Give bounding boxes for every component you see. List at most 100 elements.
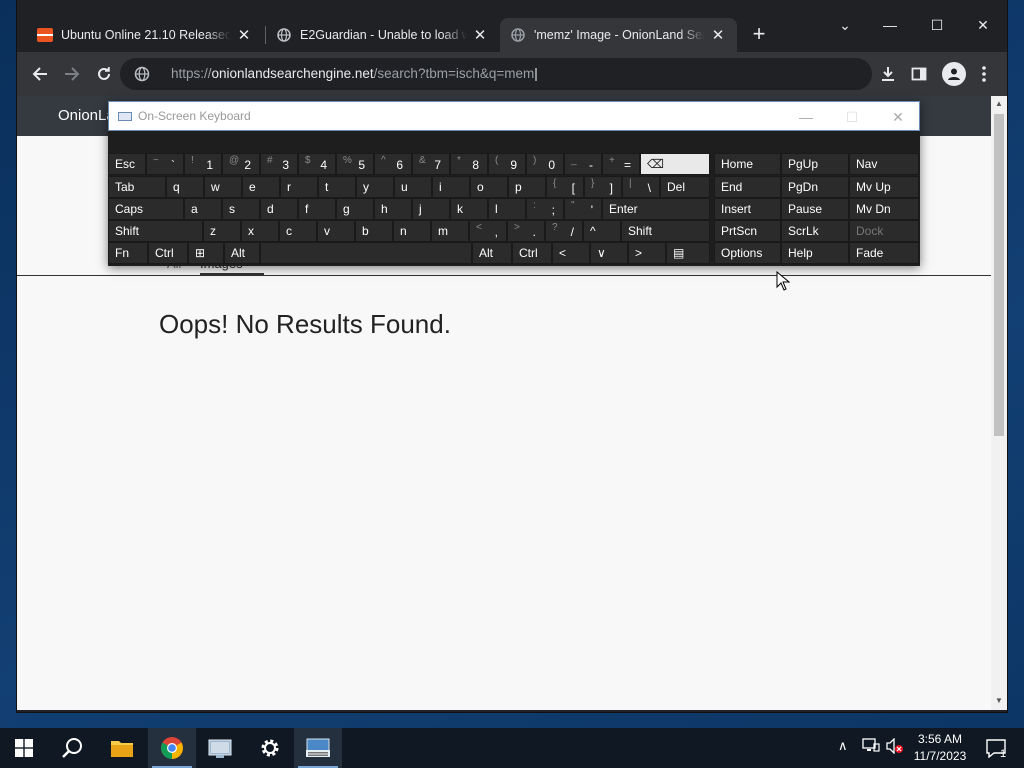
osk-key-96[interactable]: ~ ` bbox=[146, 153, 184, 175]
osk-key-w[interactable]: w bbox=[204, 176, 242, 198]
osk-key-92[interactable]: | \ bbox=[622, 176, 660, 198]
site-brand[interactable]: OnionLa bbox=[58, 107, 115, 124]
osk-key-q[interactable]: q bbox=[166, 176, 204, 198]
osk-key-39[interactable]: " ' bbox=[564, 198, 602, 220]
osk-key-y[interactable]: y bbox=[356, 176, 394, 198]
osk-key-8[interactable]: * 8 bbox=[450, 153, 488, 175]
osk-key-end[interactable]: End bbox=[714, 176, 781, 198]
reload-icon[interactable] bbox=[92, 62, 116, 86]
osk-key-9636[interactable]: ▤ bbox=[666, 242, 710, 264]
osk-key-r[interactable]: r bbox=[280, 176, 318, 198]
osk-key-59[interactable]: :; bbox=[526, 198, 564, 220]
forward-arrow-icon[interactable] bbox=[60, 62, 84, 86]
osk-key-e[interactable]: e bbox=[242, 176, 280, 198]
osk-key-fade[interactable]: Fade bbox=[849, 242, 919, 264]
network-icon[interactable] bbox=[862, 738, 880, 755]
minimize-button[interactable]: — bbox=[879, 14, 901, 36]
chrome-taskbar-button[interactable] bbox=[148, 728, 196, 768]
notification-center-button[interactable]: 1 bbox=[976, 728, 1016, 768]
osk-key-x[interactable]: x bbox=[241, 220, 279, 242]
maximize-button[interactable]: ☐ bbox=[926, 14, 948, 36]
osk-key-0[interactable]: ) 0 bbox=[526, 153, 564, 175]
osk-minimize-button[interactable]: — bbox=[792, 107, 820, 127]
volume-muted-icon[interactable] bbox=[886, 737, 904, 757]
osk-key-pause[interactable]: Pause bbox=[781, 198, 849, 220]
osk-key-6[interactable]: ^ 6 bbox=[374, 153, 412, 175]
osk-key-pgdn[interactable]: PgDn bbox=[781, 176, 849, 198]
osk-key-o[interactable]: o bbox=[470, 176, 508, 198]
tab-close-icon[interactable]: ✕ bbox=[235, 26, 253, 44]
osk-key-prtscn[interactable]: PrtScn bbox=[714, 220, 781, 242]
osk-key-Ctrl[interactable]: Ctrl bbox=[512, 242, 552, 264]
osk-key-3[interactable]: #3 bbox=[260, 153, 298, 175]
page-scrollbar[interactable]: ▲ ▼ bbox=[991, 96, 1007, 710]
osk-maximize-button[interactable]: ☐ bbox=[838, 107, 866, 127]
tab-close-icon[interactable]: ✕ bbox=[471, 26, 489, 44]
osk-key-2[interactable]: @2 bbox=[222, 153, 260, 175]
osk-key-8862[interactable]: ⊞ bbox=[188, 242, 224, 264]
start-button[interactable] bbox=[0, 728, 48, 768]
file-explorer-button[interactable] bbox=[98, 728, 146, 768]
osk-key-44[interactable]: <, bbox=[469, 220, 507, 242]
osk-key-options[interactable]: Options bbox=[714, 242, 781, 264]
osk-key-m[interactable]: m bbox=[431, 220, 469, 242]
osk-key-home[interactable]: Home bbox=[714, 153, 781, 175]
osk-key-i[interactable]: i bbox=[432, 176, 470, 198]
back-arrow-icon[interactable] bbox=[28, 62, 52, 86]
url-text[interactable]: https://onionlandsearchengine.net/search… bbox=[171, 66, 538, 81]
tab-close-icon[interactable]: ✕ bbox=[709, 26, 727, 44]
osk-key-a[interactable]: a bbox=[184, 198, 222, 220]
tab-onionland-active[interactable]: 'memz' Image - OnionLand Sear ✕ bbox=[500, 18, 737, 52]
search-button[interactable] bbox=[48, 728, 96, 768]
osk-key-60[interactable]: < bbox=[552, 242, 590, 264]
osk-key-93[interactable]: }] bbox=[584, 176, 622, 198]
osk-key-Alt[interactable]: Alt bbox=[472, 242, 512, 264]
osk-key-Tab[interactable]: Tab bbox=[108, 176, 166, 198]
osk-key-mv-dn[interactable]: Mv Dn bbox=[849, 198, 919, 220]
osk-key-b[interactable]: b bbox=[355, 220, 393, 242]
osk-key-1[interactable]: ! 1 bbox=[184, 153, 222, 175]
osk-key-g[interactable]: g bbox=[336, 198, 374, 220]
close-window-button[interactable]: ✕ bbox=[972, 14, 994, 36]
osk-key-c[interactable]: c bbox=[279, 220, 317, 242]
osk-key-space[interactable] bbox=[260, 242, 472, 264]
control-panel-button[interactable] bbox=[196, 728, 244, 768]
osk-key-47[interactable]: ? / bbox=[545, 220, 583, 242]
address-bar[interactable]: https://onionlandsearchengine.net/search… bbox=[120, 58, 872, 90]
osk-key-5[interactable]: % 5 bbox=[336, 153, 374, 175]
osk-key-pgup[interactable]: PgUp bbox=[781, 153, 849, 175]
osk-taskbar-button[interactable] bbox=[294, 728, 342, 768]
osk-key-4[interactable]: $4 bbox=[298, 153, 336, 175]
osk-key-f[interactable]: f bbox=[298, 198, 336, 220]
osk-key-Shift[interactable]: Shift bbox=[108, 220, 203, 242]
osk-key-nav[interactable]: Nav bbox=[849, 153, 919, 175]
osk-key-t[interactable]: t bbox=[318, 176, 356, 198]
osk-key-Esc[interactable]: Esc bbox=[108, 153, 146, 175]
scroll-up-icon[interactable]: ▲ bbox=[994, 99, 1004, 109]
tab-e2guardian[interactable]: E2Guardian - Unable to load wel ✕ bbox=[266, 18, 499, 52]
osk-key-Fn[interactable]: Fn bbox=[108, 242, 148, 264]
settings-button[interactable] bbox=[246, 728, 294, 768]
osk-key-help[interactable]: Help bbox=[781, 242, 849, 264]
system-clock[interactable]: 3:56 AM 11/7/2023 bbox=[908, 731, 972, 765]
tab-ubuntu[interactable]: Ubuntu Online 21.10 Released, U ✕ bbox=[27, 18, 263, 52]
osk-key-scrlk[interactable]: ScrLk bbox=[781, 220, 849, 242]
osk-key-Caps[interactable]: Caps bbox=[108, 198, 184, 220]
osk-key-8744[interactable]: ∨ bbox=[590, 242, 628, 264]
osk-key-7[interactable]: & 7 bbox=[412, 153, 450, 175]
osk-key-mv-up[interactable]: Mv Up bbox=[849, 176, 919, 198]
osk-key-v[interactable]: v bbox=[317, 220, 355, 242]
osk-key-s[interactable]: s bbox=[222, 198, 260, 220]
osk-key-9[interactable]: (9 bbox=[488, 153, 526, 175]
profile-avatar-icon[interactable] bbox=[942, 62, 966, 86]
osk-key-dock[interactable]: Dock bbox=[849, 220, 919, 242]
osk-key-insert[interactable]: Insert bbox=[714, 198, 781, 220]
osk-key-Del[interactable]: Del bbox=[660, 176, 710, 198]
osk-key-j[interactable]: j bbox=[412, 198, 450, 220]
osk-key-Shift[interactable]: Shift bbox=[621, 220, 710, 242]
osk-key-l[interactable]: l bbox=[488, 198, 526, 220]
osk-key-h[interactable]: h bbox=[374, 198, 412, 220]
osk-key-k[interactable]: k bbox=[450, 198, 488, 220]
osk-key-u[interactable]: u bbox=[394, 176, 432, 198]
osk-key-91[interactable]: {[ bbox=[546, 176, 584, 198]
